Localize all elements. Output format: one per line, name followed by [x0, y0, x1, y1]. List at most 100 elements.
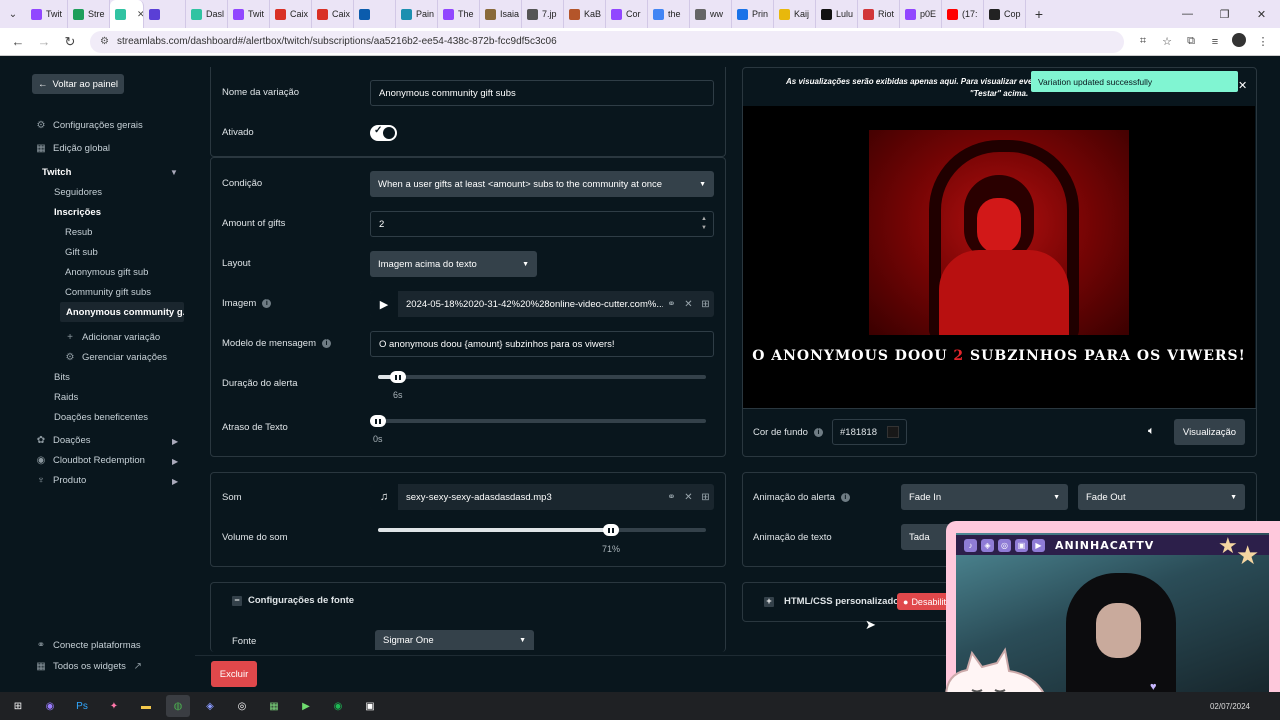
info-icon[interactable]: i: [813, 428, 823, 437]
sidebar-item-resub[interactable]: Resub: [65, 227, 92, 238]
browser-tab[interactable]: KaB: [564, 0, 606, 28]
forward-nav-icon[interactable]: →: [32, 34, 56, 49]
app-circle-icon[interactable]: ◉: [38, 695, 62, 717]
browser-tab[interactable]: ✕: [110, 0, 144, 28]
sidebar-item-product[interactable]: ♆ Produto: [36, 475, 86, 486]
sidebar-item-cloudbot[interactable]: ◉ Cloudbot Redemption: [36, 455, 145, 466]
restore-icon[interactable]: ❐: [1206, 8, 1243, 21]
delete-button[interactable]: Excluir: [211, 661, 257, 687]
animation-in-select[interactable]: Fade In ▼: [901, 484, 1068, 510]
custom-html-toggle[interactable]: + HTML/CSS personalizado: [764, 596, 899, 607]
obs-icon[interactable]: ◎: [230, 695, 254, 717]
file-explorer-icon[interactable]: ▬: [134, 695, 158, 717]
sidebar-item-donations[interactable]: ✿ Doações: [36, 435, 91, 446]
caret-right-icon[interactable]: ▶: [172, 457, 178, 466]
spotify-icon[interactable]: ◉: [326, 695, 350, 717]
preview-button[interactable]: Visualização: [1174, 419, 1245, 445]
profile-avatar[interactable]: [1228, 33, 1250, 50]
close-icon[interactable]: ✕: [680, 492, 697, 503]
link-icon[interactable]: ⚭: [663, 299, 680, 310]
address-bar[interactable]: ⚙ streamlabs.com/dashboard#/alertbox/twi…: [90, 30, 1124, 53]
browser-tab[interactable]: The: [438, 0, 480, 28]
message-template-input[interactable]: O anonymous doou {amount} subzinhos para…: [370, 331, 714, 357]
browser-tab[interactable]: [144, 0, 186, 28]
info-icon[interactable]: i: [262, 299, 272, 308]
photoshop-icon[interactable]: Ps: [70, 695, 94, 717]
enabled-toggle[interactable]: ✓: [370, 125, 397, 141]
text-delay-slider[interactable]: [370, 415, 706, 427]
sidebar-item-global-edit[interactable]: ▦ Edição global: [36, 143, 110, 154]
browser-tab[interactable]: Lulu: [816, 0, 858, 28]
image-file-picker[interactable]: ▶ 2024-05-18%2020-31-42%20%28online-vide…: [370, 291, 714, 317]
close-window-icon[interactable]: ✕: [1243, 8, 1280, 21]
browser-tab[interactable]: Riot: [858, 0, 900, 28]
browser-tab[interactable]: the: [648, 0, 690, 28]
color-swatch[interactable]: [887, 426, 899, 438]
slider-handle[interactable]: [370, 415, 386, 427]
close-tab-icon[interactable]: ✕: [137, 9, 143, 20]
duration-slider[interactable]: [378, 371, 706, 383]
minimize-icon[interactable]: —: [1169, 8, 1206, 21]
app-tool-icon[interactable]: ▣: [358, 695, 382, 717]
browser-tab[interactable]: Kaij: [774, 0, 816, 28]
sidebar-item-charity[interactable]: Doações beneficentes: [54, 412, 148, 423]
browser-tab[interactable]: Pain: [396, 0, 438, 28]
sidebar-item-twitch[interactable]: Twitch: [42, 167, 71, 178]
sidebar-connect-platforms[interactable]: ⚭ Conecte plataformas: [36, 640, 141, 651]
browser-tab[interactable]: Dasl: [186, 0, 228, 28]
sidebar-item-gift-sub[interactable]: Gift sub: [65, 247, 98, 258]
windows-start-icon[interactable]: ⊞: [6, 695, 30, 717]
browser-tab[interactable]: Caix: [312, 0, 354, 28]
sidebar-item-anonymous-community-gift[interactable]: Anonymous community g...: [60, 302, 184, 322]
close-icon[interactable]: ✕: [680, 299, 697, 310]
tab-search-icon[interactable]: ⌄: [0, 9, 26, 20]
sidebar-all-widgets[interactable]: ▦ Todos os widgets ↗: [36, 661, 143, 672]
volume-slider[interactable]: [378, 524, 706, 536]
sidebar-item-community-gift-subs[interactable]: Community gift subs: [65, 287, 151, 298]
sidebar-item-general-settings[interactable]: ⚙ Configurações gerais: [36, 120, 143, 131]
link-icon[interactable]: ⚭: [663, 492, 680, 503]
browser-tab[interactable]: [354, 0, 396, 28]
caret-down-icon[interactable]: ▼: [170, 168, 178, 177]
sidebar-item-bits[interactable]: Bits: [54, 372, 70, 383]
slider-handle[interactable]: [390, 371, 406, 383]
font-select[interactable]: Sigmar One ▼: [375, 630, 534, 650]
browser-tab[interactable]: Cop: [984, 0, 1026, 28]
new-tab-button[interactable]: +: [1026, 6, 1052, 22]
bg-color-input[interactable]: #181818: [832, 419, 907, 445]
layout-select[interactable]: Imagem acima do texto ▼: [370, 251, 537, 277]
translate-icon[interactable]: ⌗: [1132, 35, 1154, 48]
sidebar-item-raids[interactable]: Raids: [54, 392, 78, 403]
copilot-icon[interactable]: ✦: [102, 695, 126, 717]
discord-taskbar-icon[interactable]: ◈: [198, 695, 222, 717]
condition-select[interactable]: When a user gifts at least <amount> subs…: [370, 171, 714, 197]
sidebar-item-followers[interactable]: Seguidores: [54, 187, 102, 198]
amount-stepper[interactable]: 2 ▲ ▼: [370, 211, 714, 237]
back-to-dashboard-button[interactable]: ← Voltar ao painel: [32, 74, 124, 94]
browser-tab[interactable]: 7.jp: [522, 0, 564, 28]
info-icon[interactable]: i: [840, 493, 850, 502]
browser-tab[interactable]: ww: [690, 0, 732, 28]
site-info-icon[interactable]: ⚙: [100, 36, 109, 47]
browser-tab[interactable]: p0E: [900, 0, 942, 28]
browser-tab[interactable]: Stre: [68, 0, 110, 28]
menu-kebab-icon[interactable]: ⋮: [1252, 35, 1274, 48]
sidebar-item-anonymous-gift-sub[interactable]: Anonymous gift sub: [65, 267, 148, 278]
info-icon[interactable]: i: [322, 339, 331, 348]
caret-right-icon[interactable]: ▶: [172, 477, 178, 486]
browser-tab[interactable]: Isaia: [480, 0, 522, 28]
browser-tab[interactable]: Cor: [606, 0, 648, 28]
browser-tab[interactable]: Twit: [228, 0, 270, 28]
browser-tab[interactable]: Twit: [26, 0, 68, 28]
play-store-icon[interactable]: ▶: [294, 695, 318, 717]
font-settings-toggle[interactable]: − Configurações de fonte: [232, 595, 354, 606]
gallery-grid-icon[interactable]: ⊞: [697, 492, 714, 503]
bookmark-star-icon[interactable]: ☆: [1156, 35, 1178, 48]
sound-file-picker[interactable]: ♫ sexy-sexy-sexy-adasdasdasd.mp3 ⚭ ✕ ⊞: [370, 484, 714, 510]
reload-icon[interactable]: ↻: [58, 34, 82, 50]
extensions-icon[interactable]: ⧉: [1180, 35, 1202, 48]
slider-handle[interactable]: [603, 524, 619, 536]
variation-name-input[interactable]: Anonymous community gift subs: [370, 80, 714, 106]
sidebar-item-add-variation[interactable]: + Adicionar variação: [65, 332, 160, 343]
browser-tab[interactable]: (17:: [942, 0, 984, 28]
